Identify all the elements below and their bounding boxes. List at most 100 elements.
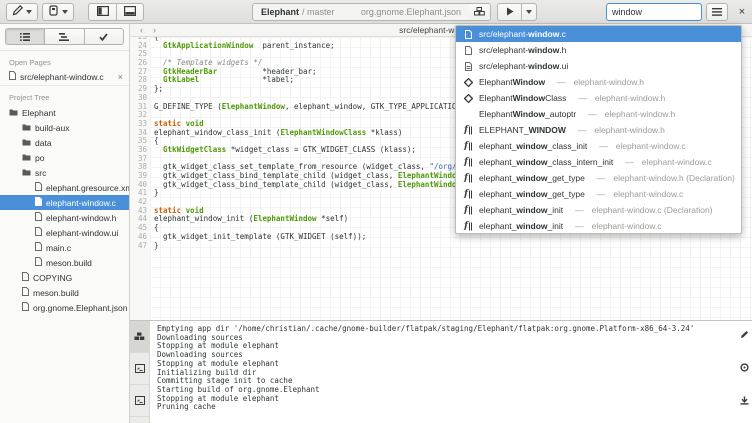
- run-options-button[interactable]: [521, 3, 537, 21]
- tree-item-copying[interactable]: COPYING: [0, 270, 129, 285]
- tree-item-po[interactable]: po: [0, 150, 129, 165]
- func-icon: f: [463, 222, 473, 231]
- folder-icon: [22, 123, 31, 133]
- tree-item-elephant-window-ui[interactable]: elephant-window.ui: [0, 225, 129, 240]
- search-result-item[interactable]: ElephantWindowClass—elephant-window.h: [456, 90, 741, 106]
- line-number-gutter: 2324252627282930313233343536373839404142…: [130, 37, 150, 320]
- settings-icon[interactable]: [740, 359, 749, 377]
- terminal-icon: [135, 392, 145, 410]
- search-input[interactable]: [606, 3, 702, 21]
- search-result-item[interactable]: src/elephant-window.ui: [456, 58, 741, 74]
- func-icon: f: [463, 126, 473, 135]
- tree-item-label: elephant-window.c: [46, 198, 116, 208]
- tree-item-elephant-gresource-xml[interactable]: elephant.gresource.xml: [0, 180, 129, 195]
- build-button[interactable]: [469, 3, 491, 21]
- result-label: elephant_window_get_type: [479, 173, 585, 183]
- toggle-left-panel-button[interactable]: [88, 3, 116, 21]
- result-detail: elephant-window.h (Declaration): [613, 173, 734, 183]
- result-label: ElephantWindowClass: [479, 93, 566, 103]
- build-output-tab[interactable]: [130, 321, 149, 353]
- file-icon: [35, 242, 42, 253]
- result-detail: elephant-window.h: [595, 93, 665, 103]
- folder-icon: [22, 153, 31, 163]
- result-detail: elephant-window.c (Declaration): [592, 205, 713, 215]
- result-label: elephant_window_init: [479, 221, 563, 231]
- tree-item-elephant-window-c[interactable]: elephant-window.c: [0, 195, 129, 210]
- search-result-item[interactable]: src/elephant-window.h: [456, 42, 741, 58]
- result-label: src/elephant-window.c: [479, 29, 566, 39]
- search-result-item[interactable]: felephant_window_init—elephant-window.c …: [456, 202, 741, 218]
- result-label: ElephantWindow_autoptr: [479, 109, 576, 119]
- search-result-item[interactable]: src/elephant-window.c: [456, 26, 741, 42]
- tree-item-meson-build[interactable]: meson.build: [0, 255, 129, 270]
- terminal-tab[interactable]: [130, 353, 149, 385]
- search-result-item[interactable]: ElephantWindow_autoptr—elephant-window.h: [456, 106, 741, 122]
- terminal-2-tab[interactable]: [130, 385, 149, 417]
- result-detail: elephant-window.c: [642, 157, 712, 167]
- open-page-item[interactable]: src/elephant-window.c ×: [0, 70, 129, 86]
- file-icon: [35, 182, 42, 193]
- result-label: elephant_window_class_init: [479, 141, 587, 151]
- separator-dash: —: [575, 221, 584, 231]
- search-result-item[interactable]: f elephant_window_init — elephant-window.c: [456, 218, 741, 234]
- result-detail: elephant-window.c: [616, 141, 686, 151]
- separator-dash: —: [625, 157, 634, 167]
- device-selector-button[interactable]: [42, 3, 74, 21]
- project-tree: Elephantbuild-auxdatapo src elephant.greso…: [0, 105, 129, 315]
- tree-item-main-c[interactable]: main.c: [0, 240, 129, 255]
- omnibar[interactable]: Elephant / master org.gnome.Elephant.jso…: [252, 3, 470, 21]
- file-icon: [35, 197, 42, 208]
- search-result-item[interactable]: ElephantWindow—elephant-window.h: [456, 74, 741, 90]
- tree-item-src[interactable]: src: [0, 165, 129, 180]
- tree-item-label: src: [35, 168, 46, 178]
- file-icon: [22, 302, 29, 313]
- search-result-item[interactable]: fELEPHANT_WINDOW—elephant-window.h: [456, 122, 741, 138]
- tree-item-label: elephant-window.ui: [46, 228, 118, 238]
- chevron-down-icon: [526, 10, 532, 14]
- close-page-icon[interactable]: ×: [118, 72, 123, 82]
- tree-icon: [59, 28, 69, 46]
- func-icon: f: [463, 158, 473, 167]
- tree-item-meson-build[interactable]: meson.build: [0, 285, 129, 300]
- check-icon: [99, 28, 108, 46]
- func-icon: f: [463, 142, 473, 151]
- toggle-bottom-panel-button[interactable]: [116, 3, 144, 21]
- save-log-icon[interactable]: [740, 392, 749, 410]
- clear-log-icon[interactable]: [740, 326, 749, 344]
- search-result-item[interactable]: felephant_window_get_type—elephant-windo…: [456, 170, 741, 186]
- result-detail: elephant-window.c: [592, 221, 662, 231]
- tree-item-elephant[interactable]: Elephant: [0, 105, 129, 120]
- search-result-item[interactable]: felephant_window_class_intern_init—eleph…: [456, 154, 741, 170]
- tree-item-data[interactable]: data: [0, 135, 129, 150]
- window-close-button[interactable]: ×: [734, 3, 750, 21]
- menu-button[interactable]: [706, 3, 728, 21]
- tree-item-build-aux[interactable]: build-aux: [0, 120, 129, 135]
- build-icon: [474, 3, 485, 21]
- result-label: ElephantWindow: [479, 77, 545, 87]
- separator-dash: —: [578, 125, 587, 135]
- tree-item-label: meson.build: [46, 258, 92, 268]
- device-icon: [48, 3, 59, 21]
- tree-item-org-gnome-elephant-json[interactable]: org.gnome.Elephant.json: [0, 300, 129, 315]
- project-tree-label: Project Tree: [9, 93, 129, 102]
- build-output-icon: [134, 328, 145, 346]
- left-sidebar: Open Pages src/elephant-window.c × Proje…: [0, 24, 130, 423]
- tree-item-elephant-window-h[interactable]: elephant-window.h: [0, 210, 129, 225]
- separator-dash: —: [597, 173, 606, 183]
- search-result-item[interactable]: felephant_window_class_init—elephant-win…: [456, 138, 741, 154]
- file-icon: [9, 71, 16, 82]
- tree-item-label: elephant-window.h: [46, 213, 116, 223]
- separator-dash: —: [557, 77, 566, 87]
- result-detail: elephant-window.c: [613, 189, 683, 199]
- perspective-selector-button[interactable]: [6, 3, 38, 21]
- hamburger-icon: [712, 3, 722, 21]
- run-button[interactable]: [497, 3, 521, 21]
- search-results-popover: src/elephant-window.c src/elephant-window…: [455, 25, 742, 234]
- sidebar-view-switcher: [0, 24, 129, 51]
- tab-todo[interactable]: [84, 28, 124, 45]
- tab-open-pages[interactable]: [5, 28, 44, 45]
- tab-project-tree[interactable]: [44, 28, 83, 45]
- build-log[interactable]: Emptying app dir '/home/christian/.cache…: [150, 321, 752, 423]
- result-label: ELEPHANT_WINDOW: [479, 125, 566, 135]
- search-result-item[interactable]: felephant_window_get_type—elephant-windo…: [456, 186, 741, 202]
